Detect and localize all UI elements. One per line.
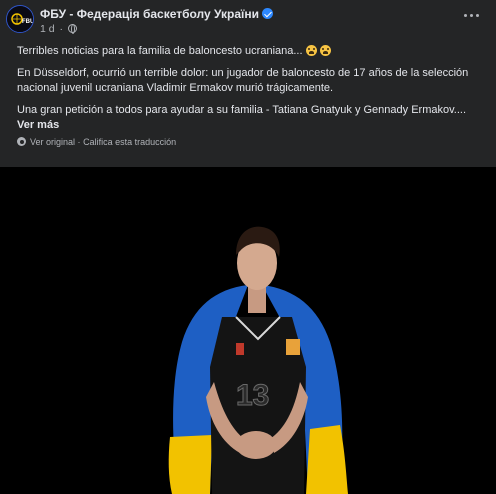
post-header: FBU ФБУ - Федерація баскетболу України 1… xyxy=(0,0,496,42)
fearful-face-emoji-icon xyxy=(305,45,317,56)
post-meta: 1 d · xyxy=(40,23,77,35)
post-headline: Terribles noticias para la familia de ba… xyxy=(17,45,303,57)
gear-icon xyxy=(17,137,26,146)
fbu-logo-icon: FBU xyxy=(7,6,34,32)
post-line-1: Terribles noticias para la familia de ba… xyxy=(17,44,482,59)
page-avatar[interactable]: FBU xyxy=(6,5,34,33)
translation-bar: Ver original · Califica esta traducción xyxy=(17,137,176,147)
view-original-link[interactable]: Ver original xyxy=(30,137,75,147)
flag-left-yellow xyxy=(168,435,212,494)
fearful-face-emoji-icon xyxy=(319,45,331,56)
jersey-number: 13 xyxy=(236,379,269,412)
jersey-logo xyxy=(236,343,244,355)
globe-icon[interactable] xyxy=(67,24,77,34)
flag-right-yellow xyxy=(306,425,348,494)
page-name[interactable]: ФБУ - Федерація баскетболу України xyxy=(40,7,259,21)
jersey-crest xyxy=(286,339,300,355)
more-options-icon[interactable] xyxy=(464,12,482,20)
post-time[interactable]: 1 d xyxy=(40,23,55,35)
svg-text:FBU: FBU xyxy=(22,19,34,25)
page-name-row: ФБУ - Федерація баскетболу України xyxy=(40,7,274,21)
post-card: FBU ФБУ - Федерація баскетболу України 1… xyxy=(0,0,496,494)
post-photo[interactable]: 13 xyxy=(0,167,496,494)
meta-separator: · xyxy=(59,23,64,35)
player-photo-image: 13 xyxy=(0,167,496,494)
post-paragraph-3: Una gran petición a todos para ayudar a … xyxy=(17,103,482,133)
post-paragraph-2: En Düsseldorf, ocurrió un terrible dolor… xyxy=(17,67,469,94)
post-text: Terribles noticias para la familia de ba… xyxy=(17,44,482,140)
rate-translation-link[interactable]: Califica esta traducción xyxy=(83,137,176,147)
post-paragraph-3-text: Una gran petición a todos para ayudar a … xyxy=(17,104,467,116)
verified-badge-icon xyxy=(262,8,274,19)
see-more-link[interactable]: Ver más xyxy=(17,119,59,131)
translation-separator: · xyxy=(77,137,81,147)
